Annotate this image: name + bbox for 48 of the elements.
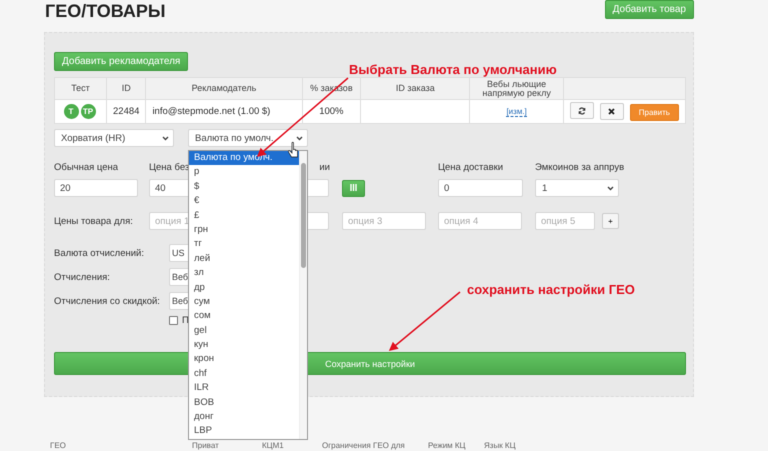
- column-header: Тест: [54, 78, 107, 100]
- setting-label: Отчисления:: [54, 272, 111, 282]
- coins-select[interactable]: 1: [535, 179, 619, 197]
- page-title: ГЕО/ТОВАРЫ: [45, 0, 166, 22]
- column-header: Рекламодатель: [146, 78, 302, 100]
- column-header: Ограничения ГЕО для: [322, 441, 406, 450]
- checkbox[interactable]: [169, 316, 178, 325]
- delivery-price-input[interactable]: 0: [438, 179, 523, 197]
- add-option-button[interactable]: +: [602, 213, 619, 229]
- close-icon: [608, 108, 616, 115]
- setting-label: Отчисления со скидкой:: [54, 296, 161, 306]
- caret-icon: [162, 136, 169, 140]
- caret-icon: [296, 136, 303, 140]
- checkbox-label: П: [182, 315, 189, 326]
- delete-button[interactable]: [600, 102, 624, 120]
- column-header: Режим КЦ: [428, 441, 466, 450]
- column-header: Вебы льющие напрямую реклу: [470, 78, 564, 100]
- field-label: Цены товара для:: [54, 216, 133, 226]
- refresh-button[interactable]: [570, 102, 594, 120]
- column-header: Приват: [192, 441, 220, 450]
- test-badge: T: [64, 104, 78, 119]
- currency-select[interactable]: Валюта по умолч.: [188, 129, 308, 147]
- table-cell: 100%: [302, 100, 361, 124]
- annotation-arrow: [388, 291, 460, 351]
- refresh-icon: [578, 106, 586, 115]
- columns-button[interactable]: [342, 180, 365, 196]
- field-label: Цена доставки: [438, 162, 504, 173]
- edit-link[interactable]: [изм.]: [506, 107, 527, 117]
- table-cell: info@stepmode.net (1.00 $): [146, 100, 302, 124]
- caret-icon: [607, 186, 614, 190]
- column-header: КЦМ1: [262, 441, 285, 450]
- price-input[interactable]: 20: [54, 179, 138, 197]
- test-badge: TP: [80, 104, 96, 119]
- country-select[interactable]: Хорватия (HR): [54, 129, 174, 147]
- annotation-text: Выбрать Валюта по умолчанию: [349, 62, 557, 77]
- table-cell: 22484: [106, 100, 146, 124]
- dropdown-option[interactable]: Валюта по умолч.: [189, 151, 299, 166]
- field-label: Эмкоинов за аппрув: [535, 162, 624, 173]
- column-header: ГЕО: [50, 441, 67, 450]
- column-header: ID заказа: [360, 78, 470, 100]
- field-label: ии: [319, 162, 330, 173]
- columns-icon: [350, 184, 357, 190]
- setting-label: Валюта отчислений:: [54, 248, 146, 258]
- annotation-text: сохранить настройки ГЕО: [467, 282, 635, 297]
- scrollbar[interactable]: [299, 151, 307, 439]
- field-label: Обычная цена: [54, 162, 118, 173]
- column-header: Язык КЦ: [484, 441, 516, 450]
- column-header: ID: [106, 78, 146, 100]
